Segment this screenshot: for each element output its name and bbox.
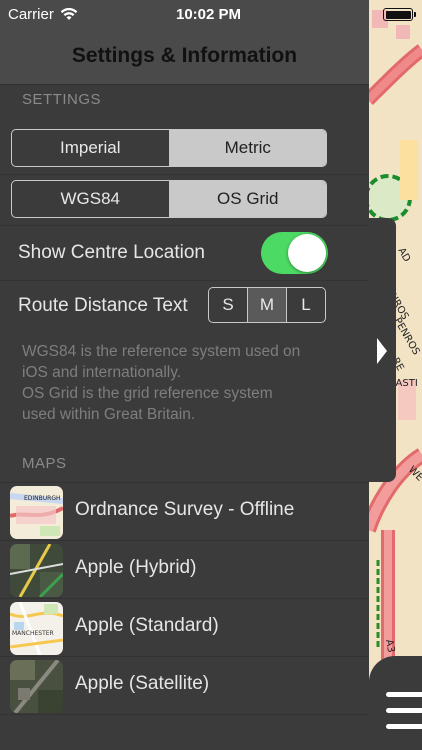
divider bbox=[0, 225, 369, 226]
divider bbox=[0, 714, 369, 715]
units-segmented-control[interactable]: Imperial Metric bbox=[11, 129, 327, 167]
map-option-label: Ordnance Survey - Offline bbox=[75, 499, 295, 520]
satellite-map-thumbnail bbox=[10, 660, 63, 713]
map-option-os-offline[interactable]: EDINBURGH Ordnance Survey - Offline bbox=[0, 482, 369, 540]
battery-icon bbox=[383, 8, 416, 21]
map-option-apple-hybrid[interactable]: Apple (Hybrid) bbox=[0, 540, 369, 598]
status-bar: Carrier 10:02 PM bbox=[0, 0, 422, 30]
map-option-label: Apple (Standard) bbox=[75, 615, 219, 636]
segment-wgs84[interactable]: WGS84 bbox=[12, 181, 169, 217]
show-centre-location-label: Show Centre Location bbox=[18, 242, 205, 263]
map-option-apple-satellite[interactable]: Apple (Satellite) bbox=[0, 656, 369, 714]
segment-os-grid[interactable]: OS Grid bbox=[168, 181, 326, 217]
chevron-right-icon bbox=[377, 338, 387, 364]
note-line: iOS and internationally. bbox=[22, 364, 182, 381]
map-option-apple-standard[interactable]: MANCHESTER Apple (Standard) bbox=[0, 598, 369, 656]
thumb-label: MANCHESTER bbox=[12, 630, 54, 637]
show-centre-location-toggle[interactable] bbox=[261, 232, 328, 274]
os-map-thumbnail: EDINBURGH bbox=[10, 486, 63, 539]
segment-imperial[interactable]: Imperial bbox=[12, 130, 169, 166]
section-header-settings: SETTINGS bbox=[22, 91, 102, 108]
map-option-label: Apple (Hybrid) bbox=[75, 557, 197, 578]
menu-button[interactable] bbox=[369, 656, 422, 750]
size-medium-segment[interactable]: M bbox=[247, 288, 286, 322]
carrier-info: Carrier bbox=[8, 6, 78, 23]
map-option-label: Apple (Satellite) bbox=[75, 673, 210, 694]
settings-panel: Settings & Information SETTINGS Imperial… bbox=[0, 0, 369, 750]
status-time: 10:02 PM bbox=[176, 6, 242, 23]
divider bbox=[0, 280, 369, 281]
segment-metric[interactable]: Metric bbox=[168, 130, 326, 166]
wifi-icon bbox=[60, 8, 78, 20]
note-line: used within Great Britain. bbox=[22, 406, 196, 423]
note-line: OS Grid is the grid reference system bbox=[22, 385, 273, 402]
standard-map-thumbnail: MANCHESTER bbox=[10, 602, 63, 655]
map-label: A3 bbox=[383, 639, 396, 654]
page-title: Settings & Information bbox=[71, 44, 298, 67]
grid-segmented-control[interactable]: WGS84 OS Grid bbox=[11, 180, 327, 218]
note-line: WGS84 is the reference system used on bbox=[22, 343, 301, 360]
carrier-name: Carrier bbox=[8, 6, 54, 23]
section-header-maps: MAPS bbox=[22, 455, 67, 472]
toggle-knob bbox=[288, 234, 326, 272]
divider bbox=[0, 174, 369, 175]
thumb-label: EDINBURGH bbox=[24, 495, 61, 502]
grid-info-note: WGS84 is the reference system used on iO… bbox=[22, 341, 352, 425]
panel-collapse-handle[interactable] bbox=[369, 218, 396, 482]
route-distance-size-control[interactable]: S M L bbox=[208, 287, 326, 323]
route-distance-text-label: Route Distance Text bbox=[18, 295, 188, 316]
size-large-segment[interactable]: L bbox=[286, 288, 325, 322]
hybrid-map-thumbnail bbox=[10, 544, 63, 597]
size-small-segment[interactable]: S bbox=[209, 288, 247, 322]
